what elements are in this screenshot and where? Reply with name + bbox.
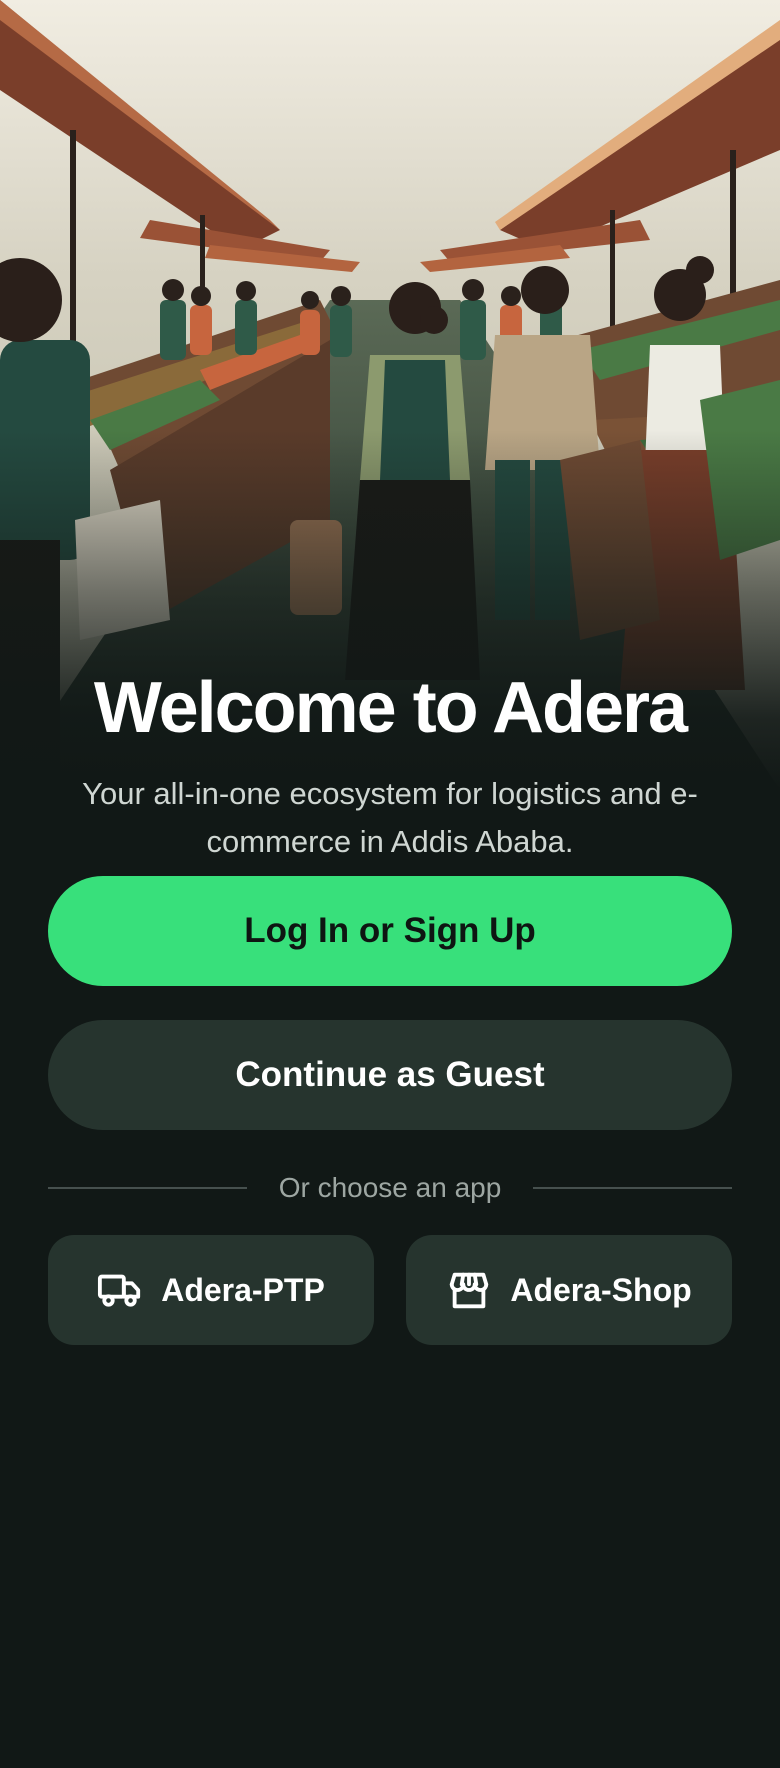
welcome-content: Welcome to Adera Your all-in-one ecosyst… xyxy=(48,660,732,1345)
divider-line-left xyxy=(48,1187,247,1189)
adera-shop-button[interactable]: Adera-Shop xyxy=(406,1235,732,1345)
truck-icon xyxy=(97,1267,143,1313)
adera-ptp-button[interactable]: Adera-PTP xyxy=(48,1235,374,1345)
continue-as-guest-label: Continue as Guest xyxy=(235,1055,545,1094)
divider-label: Or choose an app xyxy=(278,1172,502,1203)
login-signup-button[interactable]: Log In or Sign Up xyxy=(48,876,732,986)
adera-ptp-label: Adera-PTP xyxy=(161,1271,325,1308)
welcome-screen: Welcome to Adera Your all-in-one ecosyst… xyxy=(0,0,780,1768)
continue-as-guest-button[interactable]: Continue as Guest xyxy=(48,1020,732,1130)
storefront-icon xyxy=(446,1267,492,1313)
login-signup-label: Log In or Sign Up xyxy=(244,911,536,950)
adera-shop-label: Adera-Shop xyxy=(510,1271,692,1308)
welcome-title: Welcome to Adera xyxy=(93,668,688,748)
divider-line-right xyxy=(533,1187,732,1189)
app-divider: Or choose an app xyxy=(48,1168,732,1208)
welcome-subtitle: Your all-in-one ecosystem for logistics … xyxy=(82,776,698,859)
app-choices: Adera-PTP Adera-Shop xyxy=(48,1235,732,1345)
